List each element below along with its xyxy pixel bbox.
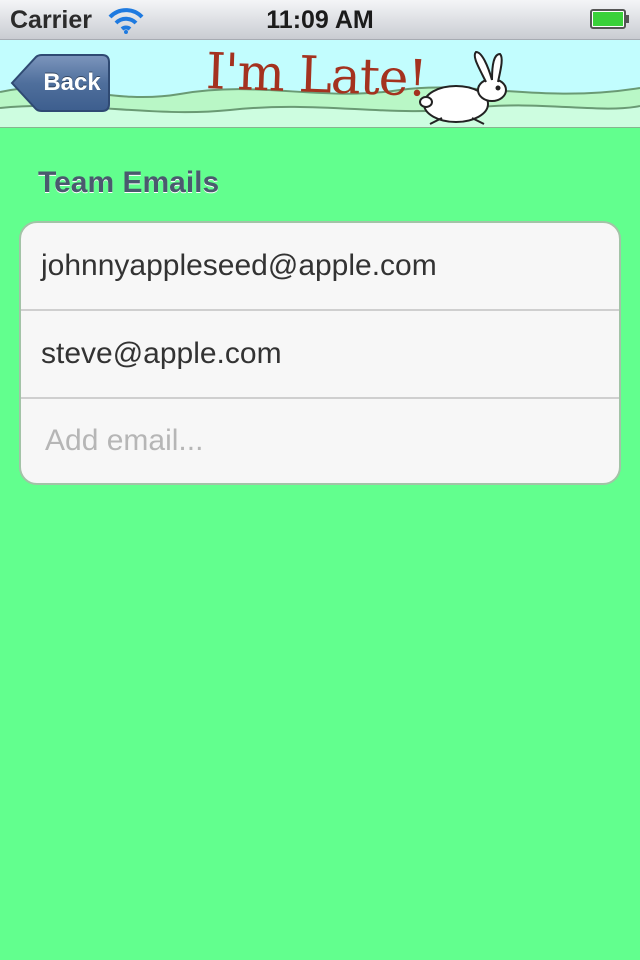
email-address: johnnyappleseed@apple.com [41, 249, 437, 282]
email-row[interactable]: johnnyappleseed@apple.com [21, 223, 619, 311]
clock: 11:09 AM [266, 6, 374, 34]
add-email-input[interactable] [41, 424, 605, 458]
rabbit-icon [419, 50, 507, 125]
back-button[interactable]: Back [10, 54, 110, 112]
email-address: steve@apple.com [41, 337, 282, 370]
email-table: johnnyappleseed@apple.com steve@apple.co… [19, 221, 621, 485]
add-email-row[interactable] [21, 399, 619, 483]
navigation-bar: Back I'm Late! [0, 40, 640, 128]
email-row[interactable]: steve@apple.com [21, 311, 619, 399]
battery-full-icon [590, 9, 629, 29]
section-title: Team Emails [38, 166, 220, 199]
app-logo-text: I'm Late! [205, 42, 428, 108]
back-label: Back [43, 69, 101, 96]
status-bar: Carrier 11:09 AM [0, 0, 640, 40]
